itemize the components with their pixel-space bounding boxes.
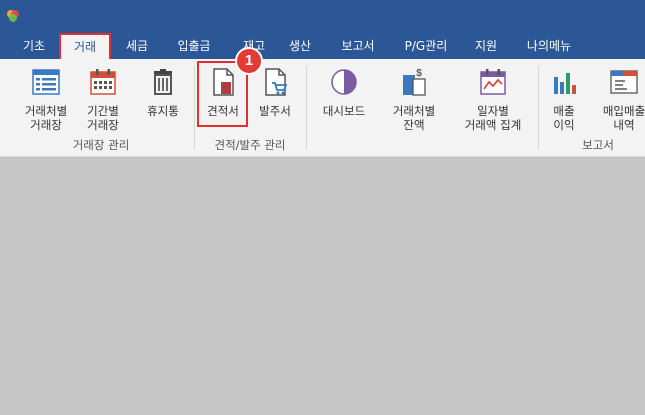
purchase-order-button[interactable]: 발주서 xyxy=(250,63,300,135)
title-bar xyxy=(0,0,645,34)
dashboard-button[interactable]: 대시보드 xyxy=(316,63,372,135)
ledger-list-icon xyxy=(32,69,60,95)
trash-button[interactable]: 휴지통 xyxy=(138,63,188,135)
menu-basic[interactable]: 기초 xyxy=(14,34,54,59)
sales-profit-label: 매출 이익 xyxy=(553,104,575,132)
purchase-sales-detail-label: 매입매출 내역 xyxy=(602,104,645,132)
menu-my-menu[interactable]: 나의메뉴 xyxy=(518,34,580,59)
trade-by-period-button[interactable]: 기간별 거래장 xyxy=(78,63,128,135)
trade-by-partner-label: 거래처별 거래장 xyxy=(24,104,68,132)
trash-icon xyxy=(154,69,172,95)
menu-pg-management[interactable]: P/G관리 xyxy=(396,34,456,59)
bar-chart-icon xyxy=(554,73,576,94)
daily-trade-total-button[interactable]: 일자별 거래액 집계 xyxy=(452,63,534,135)
purchase-sales-detail-button[interactable]: 매입매출 내역 xyxy=(592,63,645,135)
group-label-reports: 보고서 xyxy=(582,138,614,152)
menu-tax[interactable]: 세금 xyxy=(117,34,157,59)
group-label-ledger: 거래장 관리 xyxy=(72,138,130,152)
line-chart-icon xyxy=(480,69,506,95)
step-badge: 1 xyxy=(235,47,263,75)
app-logo-icon xyxy=(7,10,19,22)
workspace-area xyxy=(0,157,645,415)
menu-cash[interactable]: 입출금 xyxy=(167,34,221,59)
sales-profit-button[interactable]: 매출 이익 xyxy=(542,63,586,135)
menu-reports[interactable]: 보고서 xyxy=(332,34,384,59)
purchase-order-label: 발주서 xyxy=(259,104,291,118)
balance-by-partner-button[interactable]: $ 거래처별 잔액 xyxy=(384,63,444,135)
window-list-icon xyxy=(610,70,638,94)
trash-label: 휴지통 xyxy=(147,104,179,118)
trade-by-partner-button[interactable]: 거래처별 거래장 xyxy=(14,63,78,135)
ribbon-separator xyxy=(306,65,307,149)
dashboard-label: 대시보드 xyxy=(322,104,366,118)
menu-trade[interactable]: 거래 xyxy=(59,33,111,60)
trade-by-period-label: 기간별 거래장 xyxy=(87,104,119,132)
ribbon-toolbar: 거래처별 거래장 기간별 거래장 휴지통 견적서 발주서 대시보드 $ 거래처별… xyxy=(0,59,645,157)
cart-document-icon xyxy=(265,68,288,96)
balance-by-partner-label: 거래처별 잔액 xyxy=(392,104,436,132)
calendar-icon xyxy=(90,69,116,95)
menu-support[interactable]: 지원 xyxy=(466,34,506,59)
menu-bar: 기초 거래 세금 입출금 재고 생산 보고서 P/G관리 지원 나의메뉴 xyxy=(0,33,645,60)
svg-text:$: $ xyxy=(416,68,422,79)
pie-chart-icon xyxy=(331,69,357,95)
dollar-document-icon: $ xyxy=(403,68,426,96)
daily-trade-total-label: 일자별 거래액 집계 xyxy=(464,104,522,132)
ribbon-separator xyxy=(194,65,195,149)
group-label-quote-order: 견적/발주 관리 xyxy=(214,138,286,152)
menu-production[interactable]: 생산 xyxy=(280,34,320,59)
ribbon-separator xyxy=(538,65,539,149)
